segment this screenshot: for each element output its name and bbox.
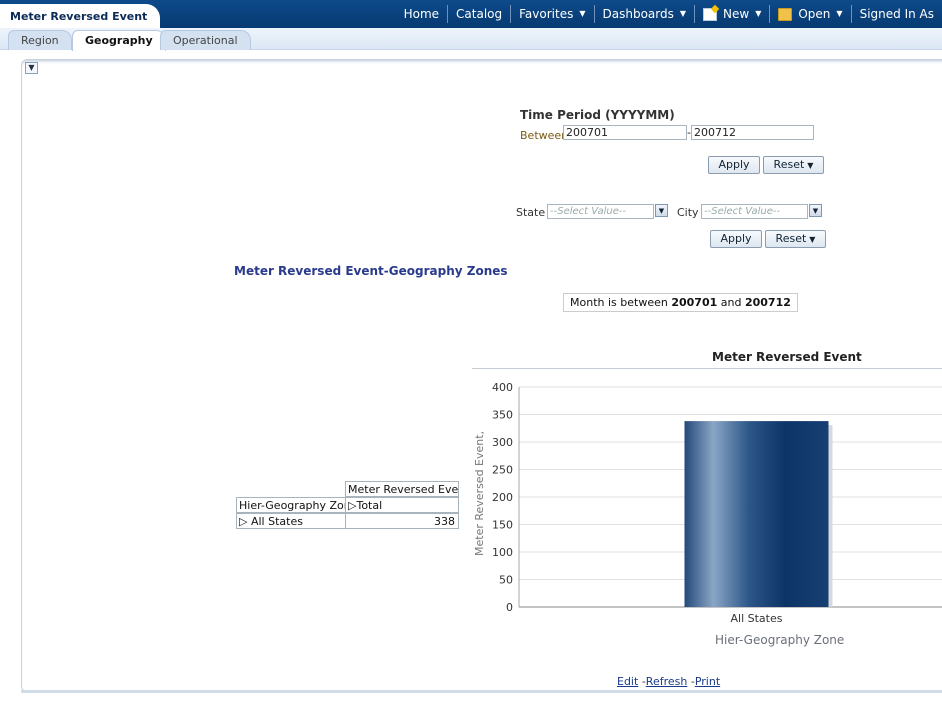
report-title: Meter Reversed Event-Geography Zones	[234, 264, 508, 278]
nav-favorites[interactable]: Favorites ▼	[510, 5, 593, 23]
filter-to-value: 200712	[744, 296, 791, 309]
nav-open[interactable]: Open ▼	[769, 5, 850, 23]
y-tick-label: 50	[499, 574, 513, 587]
chevron-down-icon: ▼	[807, 161, 814, 170]
tab-operational[interactable]: Operational	[160, 30, 251, 50]
edit-link[interactable]: Edit	[617, 675, 638, 688]
open-folder-icon	[778, 7, 793, 21]
y-tick-label: 350	[492, 409, 513, 422]
panel-bottom-edge	[21, 690, 942, 693]
nav-new-label: New	[723, 7, 750, 21]
time-from-input[interactable]: 200701	[563, 125, 687, 140]
pivot-row-header: Hier-Geography Zone	[236, 497, 346, 513]
chart-bars	[684, 421, 833, 607]
nav-open-label: Open	[798, 7, 831, 21]
y-tick-label: 300	[492, 436, 513, 449]
nav-new[interactable]: New ▼	[694, 5, 769, 23]
expand-triangle-icon: ▷	[239, 515, 248, 528]
bar	[684, 421, 829, 607]
state-select[interactable]: --Select Value--	[547, 204, 654, 219]
filter-and: and	[720, 296, 742, 309]
x-tick-label: All States	[731, 612, 783, 625]
city-select[interactable]: --Select Value--	[701, 204, 808, 219]
filter-from-value: 200701	[671, 296, 718, 309]
chevron-down-icon: ▼	[679, 9, 687, 18]
pivot-column-total[interactable]: ▷Total	[345, 497, 459, 513]
pivot-row-all-states[interactable]: ▷ All States	[236, 513, 346, 529]
nav-catalog-label: Catalog	[456, 7, 503, 21]
geo-reset-button[interactable]: Reset ▼	[765, 230, 826, 248]
pivot-total-label: Total	[356, 499, 383, 512]
state-label: State	[516, 206, 546, 219]
page-tabs: Region Geography Operational	[0, 28, 942, 51]
nav-catalog[interactable]: Catalog	[447, 5, 510, 23]
nav-home[interactable]: Home	[396, 5, 447, 23]
nav-home-label: Home	[403, 7, 440, 21]
time-reset-label: Reset	[773, 158, 805, 171]
nav-signed-in-label: Signed In As	[859, 7, 934, 21]
print-link[interactable]: Print	[695, 675, 720, 688]
pivot-measure-header: Meter Reversed Event	[345, 481, 459, 497]
time-apply-button[interactable]: Apply	[708, 156, 760, 174]
pivot-row-label: All States	[250, 515, 303, 528]
time-period-label: Time Period (YYYYMM)	[520, 108, 675, 122]
filter-prefix: Month is between	[570, 296, 668, 309]
report-links: Edit -Refresh -Print	[617, 675, 720, 688]
y-tick-label: 200	[492, 491, 513, 504]
chevron-down-icon: ▼	[579, 9, 586, 18]
top-header-bar: Meter Reversed Event Home Catalog Favori…	[0, 0, 942, 28]
y-tick-label: 100	[492, 546, 513, 559]
bar-chart: 0 50 100 150 200 250 300 350 400 All States	[492, 381, 942, 625]
y-tick-label: 250	[492, 464, 513, 477]
city-label: City	[677, 206, 699, 219]
pivot-value-cell: 338	[345, 513, 459, 529]
chevron-down-icon: ▼	[755, 9, 762, 18]
nav-dashboards-label: Dashboards	[602, 7, 674, 21]
new-document-icon	[703, 7, 718, 21]
time-to-input[interactable]: 200712	[691, 125, 814, 140]
tab-region[interactable]: Region	[8, 30, 72, 50]
geo-apply-button[interactable]: Apply	[710, 230, 762, 248]
refresh-link[interactable]: Refresh	[646, 675, 688, 688]
y-tick-label: 0	[506, 601, 513, 614]
between-label: Between	[520, 129, 569, 142]
filter-view: Month is between 200701 and 200712	[563, 293, 798, 312]
collapse-section-icon[interactable]: ▼	[25, 62, 38, 74]
y-tick-label: 150	[492, 519, 513, 532]
nav-dashboards[interactable]: Dashboards ▼	[593, 5, 695, 23]
y-tick-label: 400	[492, 381, 513, 394]
dashboard-title-tab[interactable]: Meter Reversed Event	[0, 4, 160, 28]
city-dropdown-arrow-icon[interactable]: ▼	[809, 204, 822, 217]
geo-reset-label: Reset	[775, 232, 807, 245]
global-nav: Home Catalog Favorites ▼ Dashboards ▼ New ▼…	[396, 0, 942, 28]
chevron-down-icon: ▼	[809, 235, 816, 244]
chevron-down-icon: ▼	[836, 9, 843, 18]
time-reset-button[interactable]: Reset ▼	[763, 156, 824, 174]
state-dropdown-arrow-icon[interactable]: ▼	[655, 204, 668, 217]
tab-geography[interactable]: Geography	[72, 30, 166, 51]
dashboard-title: Meter Reversed Event	[10, 10, 148, 23]
nav-signed-in[interactable]: Signed In As	[850, 5, 942, 23]
nav-favorites-label: Favorites	[519, 7, 574, 21]
